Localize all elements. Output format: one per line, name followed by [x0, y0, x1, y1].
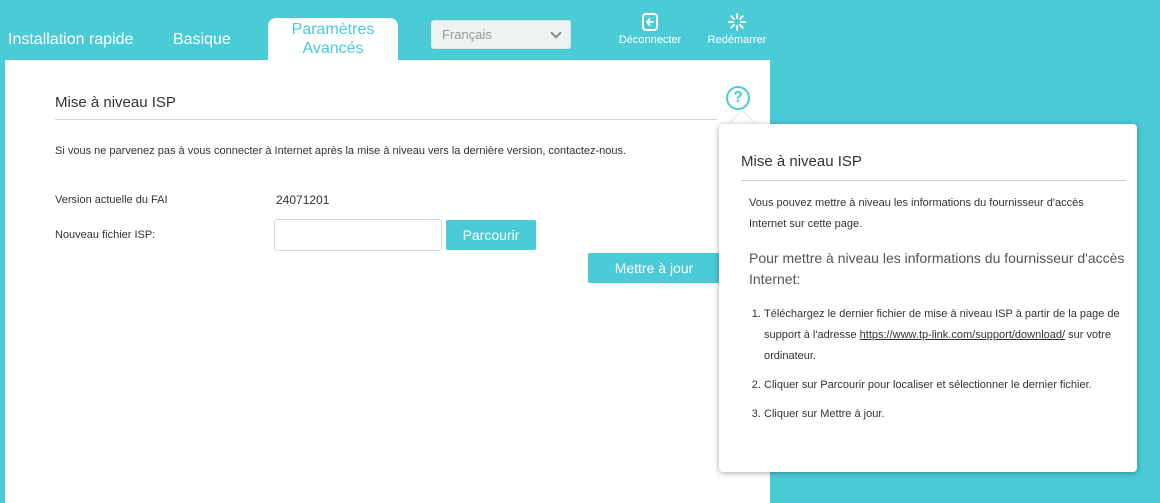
page-title: Mise à niveau ISP	[55, 94, 176, 111]
help-steps: Téléchargez le dernier fichier de mise à…	[764, 304, 1124, 433]
help-subtitle: Pour mettre à niveau les informations du…	[749, 250, 1125, 287]
support-link[interactable]: https://www.tp-link.com/support/download…	[860, 329, 1065, 341]
current-version-label: Version actuelle du FAI	[55, 194, 168, 206]
reboot-label: Redémarrer	[707, 34, 767, 46]
reboot-icon	[728, 13, 746, 31]
tab-quick-setup[interactable]: Installation rapide	[8, 31, 133, 49]
new-file-label: Nouveau fichier ISP:	[55, 229, 156, 241]
help-title: Mise à niveau ISP	[741, 153, 862, 170]
file-path-input[interactable]	[274, 219, 442, 251]
help-step-2: Cliquer sur Parcourir pour localiser et …	[764, 375, 1124, 396]
tab-basic[interactable]: Basique	[173, 31, 231, 49]
tab-advanced[interactable]: Paramètres Avancés	[268, 18, 398, 62]
help-divider	[741, 180, 1126, 181]
reboot-button[interactable]: Redémarrer	[702, 12, 772, 46]
notice-text: Si vous ne parvenez pas à vous connecter…	[55, 145, 627, 157]
browse-button[interactable]: Parcourir	[446, 220, 536, 250]
current-version-value: 24071201	[276, 193, 330, 207]
update-button[interactable]: Mettre à jour	[588, 253, 720, 283]
title-divider	[55, 119, 717, 120]
chevron-down-icon	[550, 26, 562, 39]
help-icon[interactable]: ?	[726, 86, 750, 110]
language-value: Français	[442, 27, 492, 42]
logout-button[interactable]: Déconnecter	[614, 12, 686, 46]
main-panel: Mise à niveau ISP ? Si vous ne parvenez …	[5, 60, 770, 503]
logout-icon	[642, 13, 658, 31]
help-step-3: Cliquer sur Mettre à jour.	[764, 404, 1124, 425]
logout-label: Déconnecter	[618, 34, 682, 46]
help-popup: Mise à niveau ISP Vous pouvez mettre à n…	[719, 124, 1137, 472]
help-step-1: Téléchargez le dernier fichier de mise à…	[764, 304, 1124, 367]
help-intro: Vous pouvez mettre à niveau les informat…	[749, 197, 1084, 230]
language-select[interactable]: Français	[431, 20, 571, 49]
